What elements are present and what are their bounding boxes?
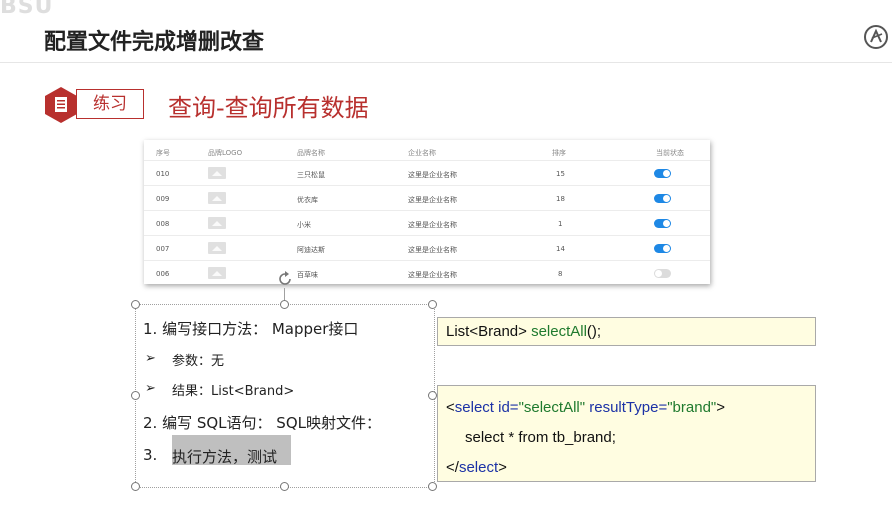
status-toggle[interactable] xyxy=(654,219,671,228)
row-brand: 三只松鼠 xyxy=(297,171,325,179)
resize-handle[interactable] xyxy=(428,300,437,309)
row-id: 009 xyxy=(156,195,170,203)
row-company: 这里是企业名称 xyxy=(408,196,457,204)
rotate-handle-icon[interactable] xyxy=(276,270,294,288)
status-toggle[interactable] xyxy=(654,269,671,278)
param-text: 参数：无 xyxy=(172,354,225,369)
image-placeholder-icon xyxy=(208,167,226,179)
table-row: 006 百草味 这里是企业名称 8 xyxy=(144,260,710,286)
status-toggle[interactable] xyxy=(654,194,671,203)
row-order: 15 xyxy=(556,170,565,178)
code-line: </select> xyxy=(446,459,507,476)
row-order: 14 xyxy=(556,245,565,253)
code-attr: id= xyxy=(493,399,519,416)
code-value: "selectAll" xyxy=(518,399,586,416)
image-placeholder-icon xyxy=(208,192,226,204)
status-toggle[interactable] xyxy=(654,169,671,178)
row-id: 010 xyxy=(156,170,170,178)
resize-handle[interactable] xyxy=(428,391,437,400)
step-2-text: 2. 编写 SQL语句： SQL映射文件： xyxy=(143,414,381,432)
table-header-order: 排序 xyxy=(552,149,566,157)
table-row: 009 优衣库 这里是企业名称 18 xyxy=(144,185,710,211)
table-row: 010 三只松鼠 这里是企业名称 15 xyxy=(144,160,710,186)
code-bracket: </ xyxy=(446,459,459,476)
code-bracket: < xyxy=(446,399,455,416)
code-method: selectAll xyxy=(531,323,587,340)
resize-handle[interactable] xyxy=(131,482,140,491)
slide-title: 配置文件完成增删改查 xyxy=(44,30,265,55)
result-text: 结果：List<Brand> xyxy=(172,384,295,399)
code-line: List<Brand> selectAll(); xyxy=(446,323,601,340)
row-order: 1 xyxy=(558,220,563,228)
watermark-text: BSU xyxy=(0,0,54,19)
bullet-arrow-icon: ➢ xyxy=(145,381,156,396)
row-brand: 优衣库 xyxy=(297,196,318,204)
row-brand: 百草味 xyxy=(297,271,318,279)
image-placeholder-icon xyxy=(208,242,226,254)
code-bracket: > xyxy=(498,459,507,476)
code-tag: select xyxy=(458,459,499,476)
code-value: "brand" xyxy=(667,399,717,416)
row-order: 8 xyxy=(558,270,563,278)
section-heading: 查询-查询所有数据 xyxy=(168,94,369,122)
table-header-status: 当前状态 xyxy=(656,149,684,157)
table-header-brand: 品牌名称 xyxy=(297,149,325,157)
image-placeholder-icon xyxy=(208,267,226,279)
table-row: 008 小米 这里是企业名称 1 xyxy=(144,210,710,236)
status-toggle[interactable] xyxy=(654,244,671,253)
table-header-logo: 品牌LOGO xyxy=(208,149,243,157)
row-company: 这里是企业名称 xyxy=(408,271,457,279)
bullet-arrow-icon: ➢ xyxy=(145,351,156,366)
title-divider xyxy=(0,62,892,63)
resize-handle[interactable] xyxy=(131,300,140,309)
table-header-id: 序号 xyxy=(156,149,170,157)
code-type: List<Brand> xyxy=(446,323,532,340)
code-tag: select xyxy=(454,399,494,416)
code-rest: (); xyxy=(586,323,602,340)
code-attr: resultType= xyxy=(585,399,668,416)
row-company: 这里是企业名称 xyxy=(408,246,457,254)
step-3-number: 3. xyxy=(143,446,158,464)
step-1-text: 1. 编写接口方法： Mapper接口 xyxy=(143,320,359,338)
step-3-text: 执行方法，测试 xyxy=(172,448,278,466)
code-bracket: > xyxy=(716,399,725,416)
exercise-label: 练习 xyxy=(76,89,144,119)
row-company: 这里是企业名称 xyxy=(408,171,457,179)
resize-handle[interactable] xyxy=(131,391,140,400)
document-badge-icon xyxy=(45,87,77,123)
brand-logo-icon xyxy=(864,25,888,49)
code-line: select * from tb_brand; xyxy=(465,429,616,446)
row-order: 18 xyxy=(556,195,565,203)
sql-mapper-code-box: <select id="selectAll" resultType="brand… xyxy=(437,385,816,482)
resize-handle[interactable] xyxy=(280,300,289,309)
row-brand: 阿迪达斯 xyxy=(297,246,325,254)
table-row: 007 阿迪达斯 这里是企业名称 14 xyxy=(144,235,710,261)
brand-table: 序号 品牌LOGO 品牌名称 企业名称 排序 当前状态 010 三只松鼠 这里是… xyxy=(144,140,710,284)
row-id: 006 xyxy=(156,270,170,278)
code-line: <select id="selectAll" resultType="brand… xyxy=(446,399,725,416)
row-company: 这里是企业名称 xyxy=(408,221,457,229)
resize-handle[interactable] xyxy=(280,482,289,491)
table-header-company: 企业名称 xyxy=(408,149,436,157)
resize-handle[interactable] xyxy=(428,482,437,491)
image-placeholder-icon xyxy=(208,217,226,229)
interface-code-box: List<Brand> selectAll(); xyxy=(437,317,816,346)
row-id: 007 xyxy=(156,245,170,253)
row-id: 008 xyxy=(156,220,170,228)
row-brand: 小米 xyxy=(297,221,311,229)
